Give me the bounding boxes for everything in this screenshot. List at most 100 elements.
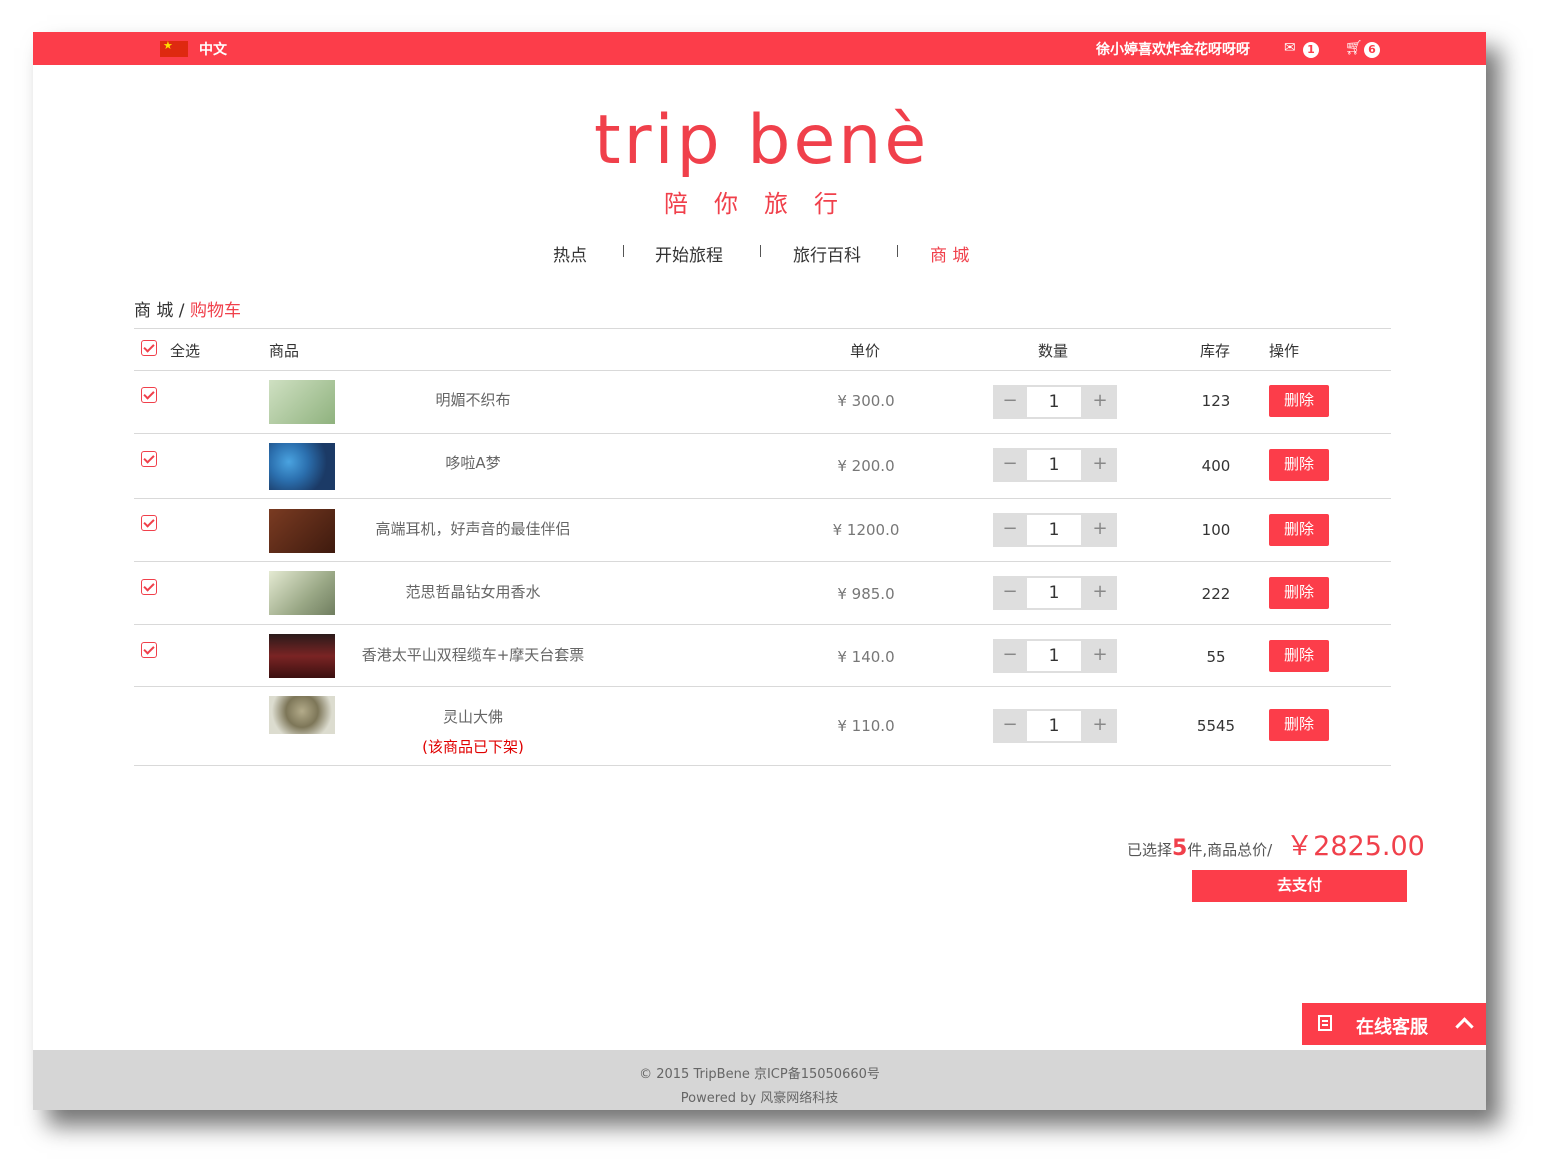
delete-button[interactable]: 删除: [1269, 640, 1329, 672]
row-checkbox[interactable]: [141, 642, 157, 658]
decrease-button[interactable]: −: [993, 448, 1027, 482]
product-thumbnail[interactable]: [269, 380, 335, 424]
row-checkbox[interactable]: [141, 515, 157, 531]
quantity-input[interactable]: 1: [1027, 450, 1081, 480]
quantity-input[interactable]: 1: [1027, 515, 1081, 545]
footer-powered-by: Powered by 风豪网络科技: [680, 1091, 839, 1106]
table-divider: [134, 498, 1391, 499]
decrease-button[interactable]: −: [993, 576, 1027, 610]
stock-value: 222: [1201, 585, 1231, 603]
select-all-label[interactable]: 全选: [170, 340, 200, 361]
table-divider: [134, 686, 1391, 687]
stock-value: 100: [1201, 521, 1231, 539]
footer-copyright: © 2015 TripBene 京ICP备15050660号: [639, 1067, 880, 1082]
decrease-button[interactable]: −: [993, 385, 1027, 419]
unit-price: ¥ 110.0: [837, 717, 895, 735]
increase-button[interactable]: +: [1083, 576, 1117, 610]
header-unit-price: 单价: [850, 342, 881, 360]
nav-divider: [760, 245, 761, 257]
breadcrumb: 商 城 / 购物车: [134, 296, 241, 321]
delete-button[interactable]: 删除: [1269, 514, 1329, 546]
product-thumbnail[interactable]: [269, 571, 335, 615]
quantity-stepper: − 1 +: [993, 385, 1117, 419]
online-service-widget[interactable]: 在线客服: [1302, 1003, 1486, 1045]
pay-button[interactable]: 去支付: [1192, 870, 1407, 902]
increase-button[interactable]: +: [1083, 639, 1117, 673]
nav-item-mall[interactable]: 商 城: [930, 241, 969, 266]
nav-item-travel-wiki[interactable]: 旅行百科: [793, 241, 861, 266]
browser-window: ★ 中文 徐小婷喜欢炸金花呀呀呀 ✉ 1 🛒︎ 6 trip benè 陪你旅行…: [33, 32, 1486, 1110]
delete-button[interactable]: 删除: [1269, 709, 1329, 741]
table-divider: [134, 370, 1391, 371]
nav-item-start-journey[interactable]: 开始旅程: [655, 241, 723, 266]
table-divider: [134, 433, 1391, 434]
product-thumbnail[interactable]: [269, 634, 335, 678]
unit-price: ¥ 1200.0: [832, 521, 900, 539]
delete-button[interactable]: 删除: [1269, 577, 1329, 609]
nav-divider: [623, 245, 624, 257]
selected-count: 5: [1172, 836, 1188, 861]
table-divider: [134, 765, 1391, 766]
select-all-checkbox[interactable]: [141, 340, 157, 356]
quantity-stepper: − 1 +: [993, 448, 1117, 482]
online-service-label: 在线客服: [1356, 1017, 1428, 1038]
site-logo[interactable]: trip benè 陪你旅行: [594, 101, 934, 219]
product-name[interactable]: 范思哲晶钻女用香水: [343, 581, 603, 602]
table-divider: [134, 328, 1391, 329]
quantity-input[interactable]: 1: [1027, 578, 1081, 608]
nav-item-hot[interactable]: 热点: [553, 241, 587, 266]
nav-divider: [897, 245, 898, 257]
product-thumbnail[interactable]: [269, 696, 335, 734]
cart-count-badge: 6: [1364, 42, 1380, 58]
message-count-badge: 1: [1303, 42, 1319, 58]
decrease-button[interactable]: −: [993, 513, 1027, 547]
increase-button[interactable]: +: [1083, 513, 1117, 547]
row-checkbox[interactable]: [141, 579, 157, 595]
username-link[interactable]: 徐小婷喜欢炸金花呀呀呀: [1096, 39, 1250, 59]
quantity-input[interactable]: 1: [1027, 711, 1081, 741]
summary-prefix: 已选择: [1127, 841, 1173, 859]
mail-icon[interactable]: ✉: [1284, 40, 1296, 56]
increase-button[interactable]: +: [1083, 448, 1117, 482]
stock-value: 400: [1201, 457, 1231, 475]
product-name[interactable]: 高端耳机，好声音的最佳伴侣: [343, 518, 603, 539]
document-icon: [1318, 1015, 1332, 1031]
product-name[interactable]: 哆啦A梦: [343, 452, 603, 473]
quantity-input[interactable]: 1: [1027, 387, 1081, 417]
china-flag-icon[interactable]: ★: [160, 40, 188, 57]
main-nav: 热点 开始旅程 旅行百科 商 城: [33, 241, 1486, 266]
product-thumbnail[interactable]: [269, 443, 335, 490]
unit-price: ¥ 140.0: [837, 648, 895, 666]
chevron-up-icon[interactable]: [1455, 1017, 1474, 1036]
breadcrumb-parent[interactable]: 商 城 /: [134, 301, 185, 321]
unit-price: ¥ 985.0: [837, 585, 895, 603]
row-checkbox[interactable]: [141, 451, 157, 467]
header-quantity: 数量: [1038, 342, 1069, 360]
table-divider: [134, 561, 1391, 562]
decrease-button[interactable]: −: [993, 709, 1027, 743]
quantity-stepper: − 1 +: [993, 576, 1117, 610]
quantity-input[interactable]: 1: [1027, 641, 1081, 671]
stock-value: 55: [1206, 648, 1226, 666]
product-unavailable-note: (该商品已下架): [422, 738, 524, 756]
row-checkbox[interactable]: [141, 387, 157, 403]
stock-value: 123: [1201, 392, 1231, 410]
breadcrumb-current: 购物车: [189, 301, 241, 321]
increase-button[interactable]: +: [1083, 709, 1117, 743]
product-thumbnail[interactable]: [269, 509, 335, 553]
product-name[interactable]: 明媚不织布: [343, 389, 603, 410]
product-name[interactable]: 灵山大佛: [343, 706, 603, 727]
table-divider: [134, 624, 1391, 625]
decrease-button[interactable]: −: [993, 639, 1027, 673]
summary-middle: 件,商品总价/: [1187, 841, 1273, 859]
product-name[interactable]: 香港太平山双程缆车+摩天台套票: [343, 644, 603, 665]
logo-text: trip benè: [594, 101, 930, 180]
delete-button[interactable]: 删除: [1269, 449, 1329, 481]
cart-icon[interactable]: 🛒︎: [1345, 40, 1363, 56]
order-summary: 已选择5件,商品总价/ ￥2825.00: [1127, 824, 1425, 863]
delete-button[interactable]: 删除: [1269, 385, 1329, 417]
increase-button[interactable]: +: [1083, 385, 1117, 419]
unit-price: ¥ 300.0: [837, 392, 895, 410]
header-stock: 库存: [1200, 342, 1231, 360]
language-selector[interactable]: 中文: [199, 39, 227, 59]
